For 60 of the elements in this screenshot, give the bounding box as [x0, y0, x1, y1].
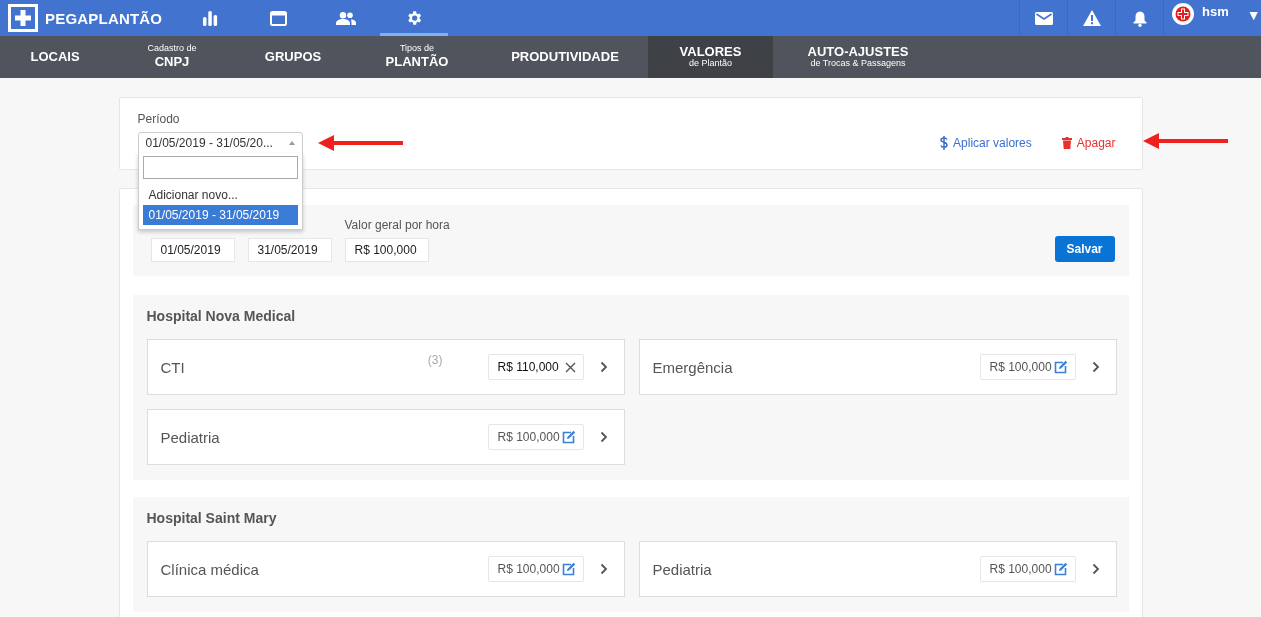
hospital-name: Hospital Nova Medical — [146, 308, 297, 324]
chevron-icon[interactable] — [1091, 563, 1100, 575]
caret-icon[interactable]: ▼ — [1246, 7, 1261, 23]
save-button[interactable]: Salvar — [1054, 236, 1115, 262]
sub-nav-tab[interactable]: GRUPOS — [234, 36, 352, 78]
edit-icon[interactable] — [561, 430, 576, 444]
close-icon[interactable] — [564, 361, 576, 373]
unit-name: Emergência — [652, 358, 734, 376]
chevron-icon[interactable] — [1091, 361, 1100, 373]
search-field[interactable] — [142, 156, 298, 179]
field-label: Valor geral por hora — [344, 218, 450, 232]
unit-name: CTI — [160, 358, 186, 376]
unit-card[interactable]: Emergência R$ 100,000 — [638, 339, 1117, 395]
edit-icon[interactable] — [1053, 562, 1068, 576]
warning-icon — [1082, 10, 1101, 26]
unit-name: Pediatria — [652, 560, 713, 578]
unit-card[interactable]: Clínica médica R$ 100,000 — [146, 541, 625, 597]
sub-nav-tab[interactable]: Cadastro de CNPJ — [110, 36, 234, 78]
input-field[interactable]: 01/05/2019 — [150, 238, 235, 262]
apply-values-link[interactable]: Aplicar valores — [940, 136, 1032, 150]
edit-icon[interactable] — [1053, 360, 1068, 374]
avatar-icon[interactable] — [1172, 3, 1194, 25]
value-field[interactable]: R$ 100,000 — [487, 424, 584, 450]
trash-icon — [1061, 137, 1072, 149]
sub-nav-tab[interactable]: AUTO-AJUSTES de Trocas & Passagens — [773, 36, 943, 78]
period-select[interactable]: 01/05/2019 - 31/05/20... — [137, 132, 303, 154]
sub-nav-tab[interactable]: VALORES de Plantão — [648, 36, 773, 78]
logo-icon — [8, 4, 38, 32]
bar-chart-icon — [202, 10, 218, 26]
value-field[interactable]: R$ 100,000 — [487, 556, 584, 582]
unit-card[interactable]: CTI (3) R$ 110,000 — [146, 339, 625, 395]
dollar-icon — [940, 136, 949, 150]
input-field[interactable]: R$ 100,000 — [344, 238, 429, 262]
period-label: Período — [137, 112, 181, 126]
value-field[interactable]: R$ 100,000 — [979, 556, 1076, 582]
unit-card[interactable]: Pediatria R$ 100,000 — [638, 541, 1117, 597]
user-name[interactable]: hsm — [1202, 4, 1229, 19]
input-field[interactable]: 31/05/2019 — [247, 238, 332, 262]
chevron-icon[interactable] — [599, 563, 608, 575]
unit-name: Pediatria — [160, 428, 221, 446]
window-icon — [269, 10, 287, 26]
sub-nav-tab[interactable]: PRODUTIVIDADE — [482, 36, 648, 78]
app-logo-text: PEGAPLANTÃO — [45, 9, 163, 27]
chevron-icon[interactable] — [599, 361, 608, 373]
edit-icon[interactable] — [561, 562, 576, 576]
dropdown-option[interactable]: Adicionar novo... — [142, 185, 298, 205]
unit-card[interactable]: Pediatria R$ 100,000 — [146, 409, 625, 465]
sub-nav-tab[interactable]: Tipos de PLANTÃO — [352, 36, 482, 78]
people-icon — [336, 11, 356, 25]
count-text: (3) — [427, 353, 443, 367]
hospital-name: Hospital Saint Mary — [146, 510, 278, 526]
value-field[interactable]: R$ 110,000 — [487, 354, 584, 380]
bell-icon — [1132, 9, 1147, 27]
dropdown-option[interactable]: 01/05/2019 - 31/05/2019 — [142, 205, 298, 225]
chevron-icon[interactable] — [599, 431, 608, 443]
value-field[interactable]: R$ 100,000 — [979, 354, 1076, 380]
delete-link[interactable]: Apagar — [1061, 136, 1116, 150]
mail-icon — [1034, 11, 1053, 25]
unit-name: Clínica médica — [160, 560, 260, 578]
sub-nav-tab[interactable]: LOCAIS — [0, 36, 110, 78]
